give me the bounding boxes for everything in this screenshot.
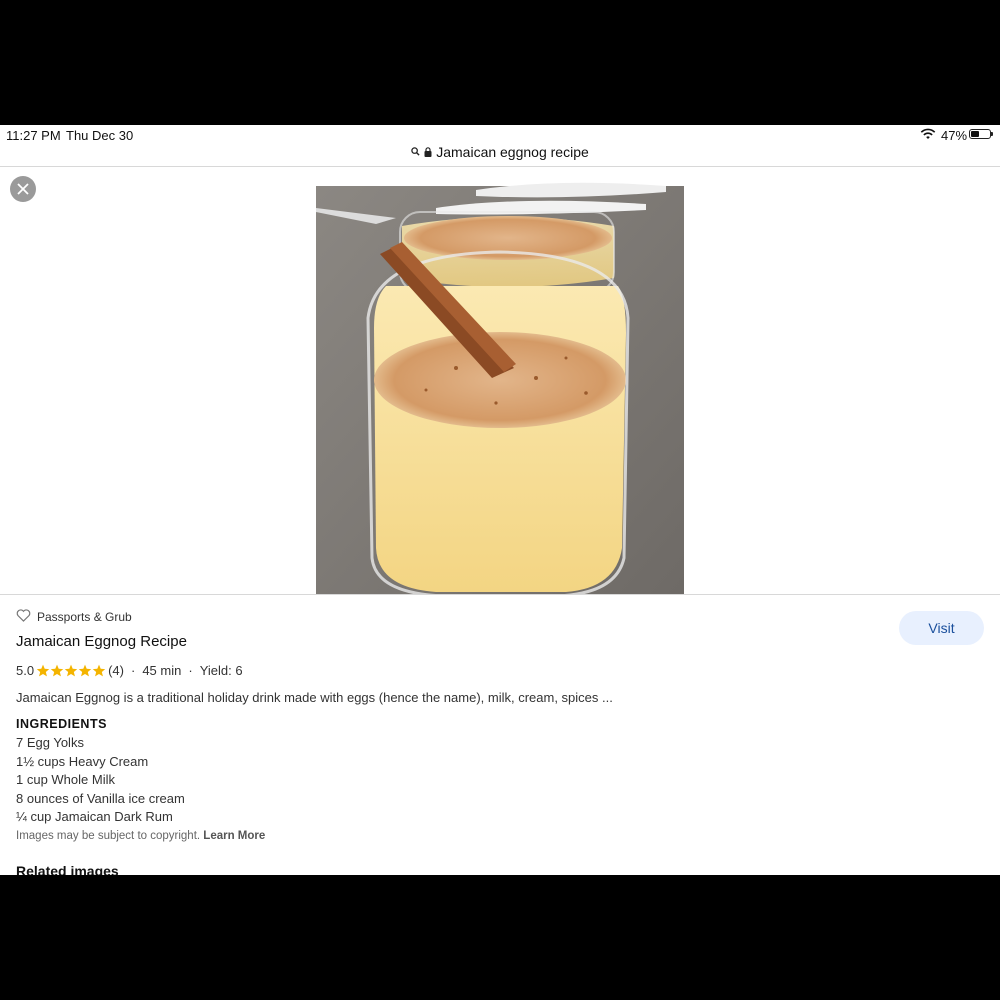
copyright-text: Images may be subject to copyright. bbox=[16, 830, 201, 842]
recipe-description: Jamaican Eggnog is a traditional holiday… bbox=[16, 690, 613, 705]
heart-icon[interactable] bbox=[16, 609, 31, 625]
yield: Yield: 6 bbox=[199, 663, 243, 678]
visit-button[interactable]: Visit bbox=[899, 611, 984, 645]
battery-percent: 47% bbox=[941, 128, 968, 143]
ingredient-item: 1½ cups Heavy Cream bbox=[16, 753, 149, 769]
url-title: Jamaican eggnog recipe bbox=[436, 143, 589, 160]
ingredient-item: 7 Egg Yolks bbox=[16, 735, 84, 750]
star-icon bbox=[92, 664, 106, 677]
star-icon bbox=[78, 664, 92, 677]
eggnog-photo[interactable] bbox=[316, 168, 684, 594]
ingredients-list: 7 Egg Yolks 1½ cups Heavy Cream 1 cup Wh… bbox=[16, 734, 185, 827]
battery-icon bbox=[969, 129, 993, 139]
star-icon bbox=[64, 664, 78, 677]
lock-icon bbox=[424, 146, 432, 157]
divider bbox=[0, 594, 1000, 595]
status-bar: 11:27 PM Thu Dec 30 47% bbox=[0, 125, 1000, 145]
learn-more-link[interactable]: Learn More bbox=[203, 830, 265, 842]
source-name[interactable]: Passports & Grub bbox=[37, 610, 132, 624]
separator: · bbox=[188, 663, 193, 678]
ingredient-item: ¼ cup Jamaican Dark Rum bbox=[16, 809, 173, 824]
copyright-notice: Images may be subject to copyright. Lear… bbox=[16, 830, 265, 842]
recipe-title[interactable]: Jamaican Eggnog Recipe bbox=[16, 633, 187, 650]
ingredient-item: 1 cup Whole Milk bbox=[16, 772, 115, 787]
search-icon bbox=[411, 147, 420, 156]
source-row[interactable]: Passports & Grub bbox=[16, 609, 132, 625]
related-images-heading: Related images bbox=[16, 863, 119, 875]
screen: 11:27 PM Thu Dec 30 47% Jamaican eggnog … bbox=[0, 125, 1000, 875]
ingredients-heading: INGREDIENTS bbox=[16, 717, 107, 731]
rating-stars bbox=[36, 664, 106, 677]
divider bbox=[0, 166, 1000, 167]
rating-count: (4) bbox=[108, 663, 124, 678]
separator: · bbox=[130, 663, 136, 678]
close-button[interactable] bbox=[10, 176, 36, 202]
star-icon bbox=[50, 664, 64, 677]
rating-row: 5.0 (4) · 45 min · Yield: 6 bbox=[16, 663, 243, 678]
battery-level-fill bbox=[971, 131, 979, 137]
status-time: 11:27 PM bbox=[6, 128, 61, 143]
status-date: Thu Dec 30 bbox=[66, 128, 134, 143]
wifi-icon bbox=[920, 128, 936, 140]
url-bar[interactable]: Jamaican eggnog recipe bbox=[0, 143, 1000, 165]
star-icon bbox=[36, 664, 50, 677]
ingredient-item: 8 ounces of Vanilla ice cream bbox=[16, 790, 185, 806]
cook-time: 45 min bbox=[142, 663, 182, 678]
rating-value: 5.0 bbox=[16, 663, 35, 678]
